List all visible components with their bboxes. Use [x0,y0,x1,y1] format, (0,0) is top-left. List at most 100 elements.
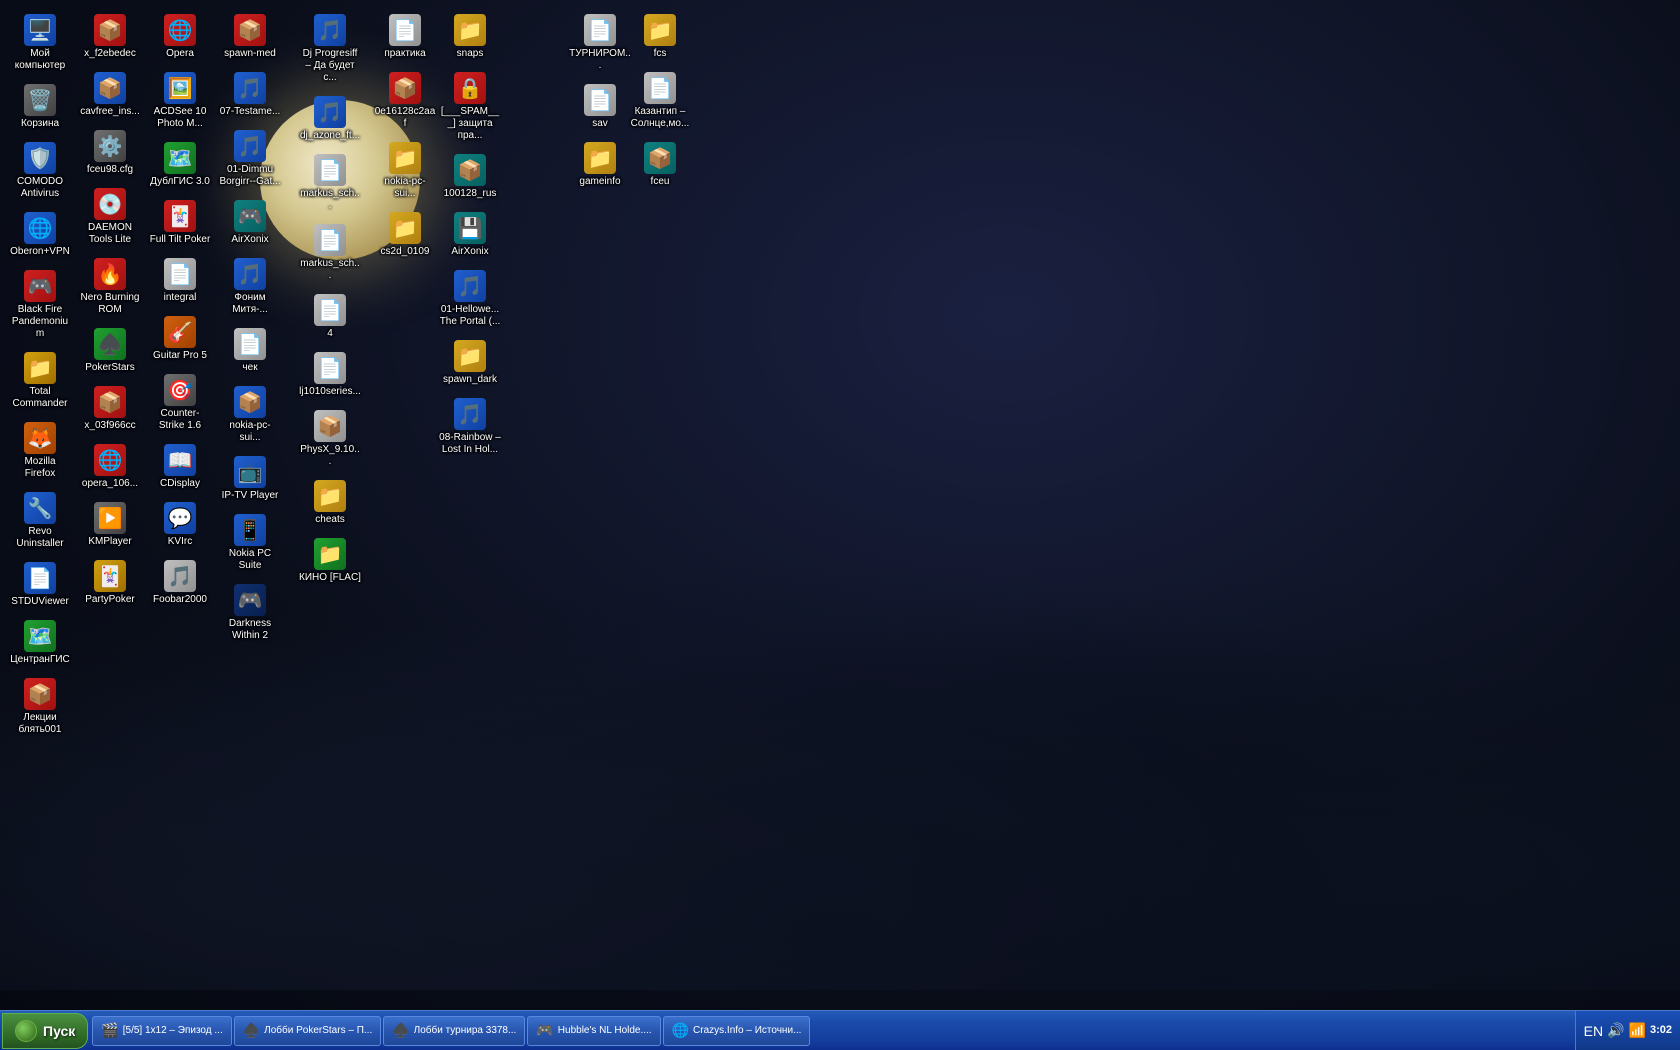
desktop-icon[interactable]: 📄Казантип – Солнце,мо... [625,68,695,134]
desktop-icon[interactable]: 🔒[___SPAM___] защита пра... [435,68,505,146]
network-icon[interactable]: 📶 [1629,1022,1646,1039]
desktop-icon[interactable]: ♠️PokerStars [75,324,145,378]
icon-image: 📄 [234,328,266,360]
desktop-icon[interactable]: 📄lj1010series... [295,348,365,402]
icon-label: STDUViewer [11,596,69,608]
icon-image: 📦 [94,14,126,46]
language-indicator[interactable]: EN [1584,1023,1603,1039]
icon-image: 📄 [584,14,616,46]
desktop: 🖥️Мой компьютер🗑️Корзина🛡️COMODO Antivir… [0,0,1680,1010]
desktop-icon[interactable]: 📄markus_sch... [295,150,365,216]
icon-label: gameinfo [579,176,620,188]
desktop-icon[interactable]: 📄markus_sch... [295,220,365,286]
desktop-icon[interactable]: 📁nokia-pc-sui... [370,138,440,204]
desktop-icon[interactable]: 📄integral [145,254,215,308]
icon-label: spawn-med [224,48,276,60]
desktop-icon[interactable]: 📖CDisplay [145,440,215,494]
desktop-icon[interactable]: 🖥️Мой компьютер [5,10,75,76]
desktop-icon[interactable]: 🌐Oberon+VPN [5,208,75,262]
desktop-icon[interactable]: 📁fcs [625,10,695,64]
desktop-icon[interactable]: 💬KVIrc [145,498,215,552]
desktop-icon[interactable]: 📁КИНО [FLAC] [295,534,365,588]
desktop-icon[interactable]: 📄чек [215,324,285,378]
icon-label: x_f2ebedec [84,48,136,60]
desktop-icon[interactable]: 📦0e16128c2aaf [370,68,440,134]
desktop-icon[interactable]: 📁spawn_dark [435,336,505,390]
desktop-icon[interactable]: 🎮Darkness Within 2 [215,580,285,646]
icon-image: ▶️ [94,502,126,534]
desktop-icon[interactable]: 📄практика [370,10,440,64]
desktop-icon[interactable]: 🎯Counter-Strike 1.6 [145,370,215,436]
desktop-icon[interactable]: 🔥Nero Burning ROM [75,254,145,320]
desktop-icon[interactable]: 🎵01-Dimmu Borgirr--Gat... [215,126,285,192]
icon-label: Full Tilt Poker [150,234,211,246]
icon-image: 🖼️ [164,72,196,104]
desktop-icon[interactable]: 🦊Mozilla Firefox [5,418,75,484]
desktop-icon[interactable]: 🎵08-Rainbow – Lost In Hol... [435,394,505,460]
desktop-icon[interactable]: ⚙️fceu98.cfg [75,126,145,180]
icon-column: 🌐Opera🖼️ACDSee 10 Photo M...🗺️ДублГИС 3.… [145,10,215,610]
desktop-icon[interactable]: 🗺️ЦентранГИС [5,616,75,670]
icon-label: 07-Testame... [220,106,281,118]
icon-image: 🗺️ [164,142,196,174]
desktop-icon[interactable]: 🎵dj_azone_ft... [295,92,365,146]
taskbar-item[interactable]: 🎮Hubble's NL Holde.... [527,1016,660,1046]
desktop-icon[interactable]: 🃏Full Tilt Poker [145,196,215,250]
desktop-icon[interactable]: 📄4 [295,290,365,344]
taskbar-item[interactable]: 🎬[5/5] 1x12 – Эпизод ... [92,1016,231,1046]
desktop-icon[interactable]: 📦cavfree_ins... [75,68,145,122]
desktop-icon[interactable]: 🎵Foobar2000 [145,556,215,610]
taskbar-item[interactable]: ♠️Лобби PokerStars – П... [234,1016,381,1046]
desktop-icon[interactable]: 📁cs2d_0109 [370,208,440,262]
desktop-icon[interactable]: 📱Nokia PC Suite [215,510,285,576]
icon-label: [___SPAM___] защита пра... [439,106,501,142]
taskbar-item[interactable]: 🌐Crazys.Info – Источни... [663,1016,811,1046]
desktop-icon[interactable]: 🎵01-Hellowe... The Portal (... [435,266,505,332]
desktop-icon[interactable]: 🃏PartyPoker [75,556,145,610]
desktop-icon[interactable]: 📦100128_rus [435,150,505,204]
desktop-icon[interactable]: 🗺️ДублГИС 3.0 [145,138,215,192]
desktop-icon[interactable]: 📁snaps [435,10,505,64]
desktop-icon[interactable]: 💿DAEMON Tools Lite [75,184,145,250]
icon-label: Фоним Митя-... [219,292,281,316]
taskbar-item[interactable]: ♠️Лобби турнира 3378... [383,1016,525,1046]
taskbar-items: 🎬[5/5] 1x12 – Эпизод ...♠️Лобби PokerSta… [88,1011,1574,1050]
desktop-icon[interactable]: 🖼️ACDSee 10 Photo M... [145,68,215,134]
taskbar-item-label: Crazys.Info – Источни... [693,1025,801,1036]
desktop-icon[interactable]: 📦Лекции блять001 [5,674,75,740]
desktop-icon[interactable]: 🎵Dj Progresiff – Да будет с... [295,10,365,88]
desktop-icon[interactable]: 📦nokia-pc-sui... [215,382,285,448]
icon-label: 4 [327,328,333,340]
volume-icon[interactable]: 🔊 [1607,1022,1624,1039]
icon-label: AirXonix [451,246,488,258]
desktop-icon[interactable]: 🎮AirXonix [215,196,285,250]
start-button[interactable]: Пуск [2,1013,88,1049]
desktop-icon[interactable]: 📦spawn-med [215,10,285,64]
desktop-icon[interactable]: 🔧Revo Uninstaller [5,488,75,554]
desktop-icon[interactable]: 📁Total Commander [5,348,75,414]
desktop-icon[interactable]: ▶️KMPlayer [75,498,145,552]
desktop-icon[interactable]: 💾AirXonix [435,208,505,262]
desktop-icon[interactable]: 📁cheats [295,476,365,530]
desktop-icon[interactable]: 🌐Opera [145,10,215,64]
desktop-icon[interactable]: 🎵Фоним Митя-... [215,254,285,320]
desktop-icon[interactable]: 📦PhysX_9.10... [295,406,365,472]
desktop-icon[interactable]: 📦 x_f2ebedec [75,10,145,64]
desktop-icon[interactable]: 🎵07-Testame... [215,68,285,122]
icon-image: ⚙️ [94,130,126,162]
icon-label: 01-Dimmu Borgirr--Gat... [219,164,281,188]
icon-label: Nokia PC Suite [219,548,281,572]
desktop-icon[interactable]: 🎸Guitar Pro 5 [145,312,215,366]
desktop-icon[interactable]: 📺IP-TV Player [215,452,285,506]
icon-image: 📄 [314,294,346,326]
icon-image: 📄 [24,562,56,594]
desktop-icon[interactable]: 📦x_03f966cc [75,382,145,436]
desktop-icon[interactable]: 🗑️Корзина [5,80,75,134]
icon-column: 🖥️Мой компьютер🗑️Корзина🛡️COMODO Antivir… [5,10,75,740]
desktop-icon[interactable]: 📦fceu [625,138,695,192]
desktop-icon[interactable]: 🛡️COMODO Antivirus [5,138,75,204]
icon-column: 📁fcs📄Казантип – Солнце,мо...📦fceu [625,10,695,192]
desktop-icon[interactable]: 🌐opera_106... [75,440,145,494]
desktop-icon[interactable]: 🎮Black Fire Pandemonium [5,266,75,344]
desktop-icon[interactable]: 📄 STDUViewer [5,558,75,612]
